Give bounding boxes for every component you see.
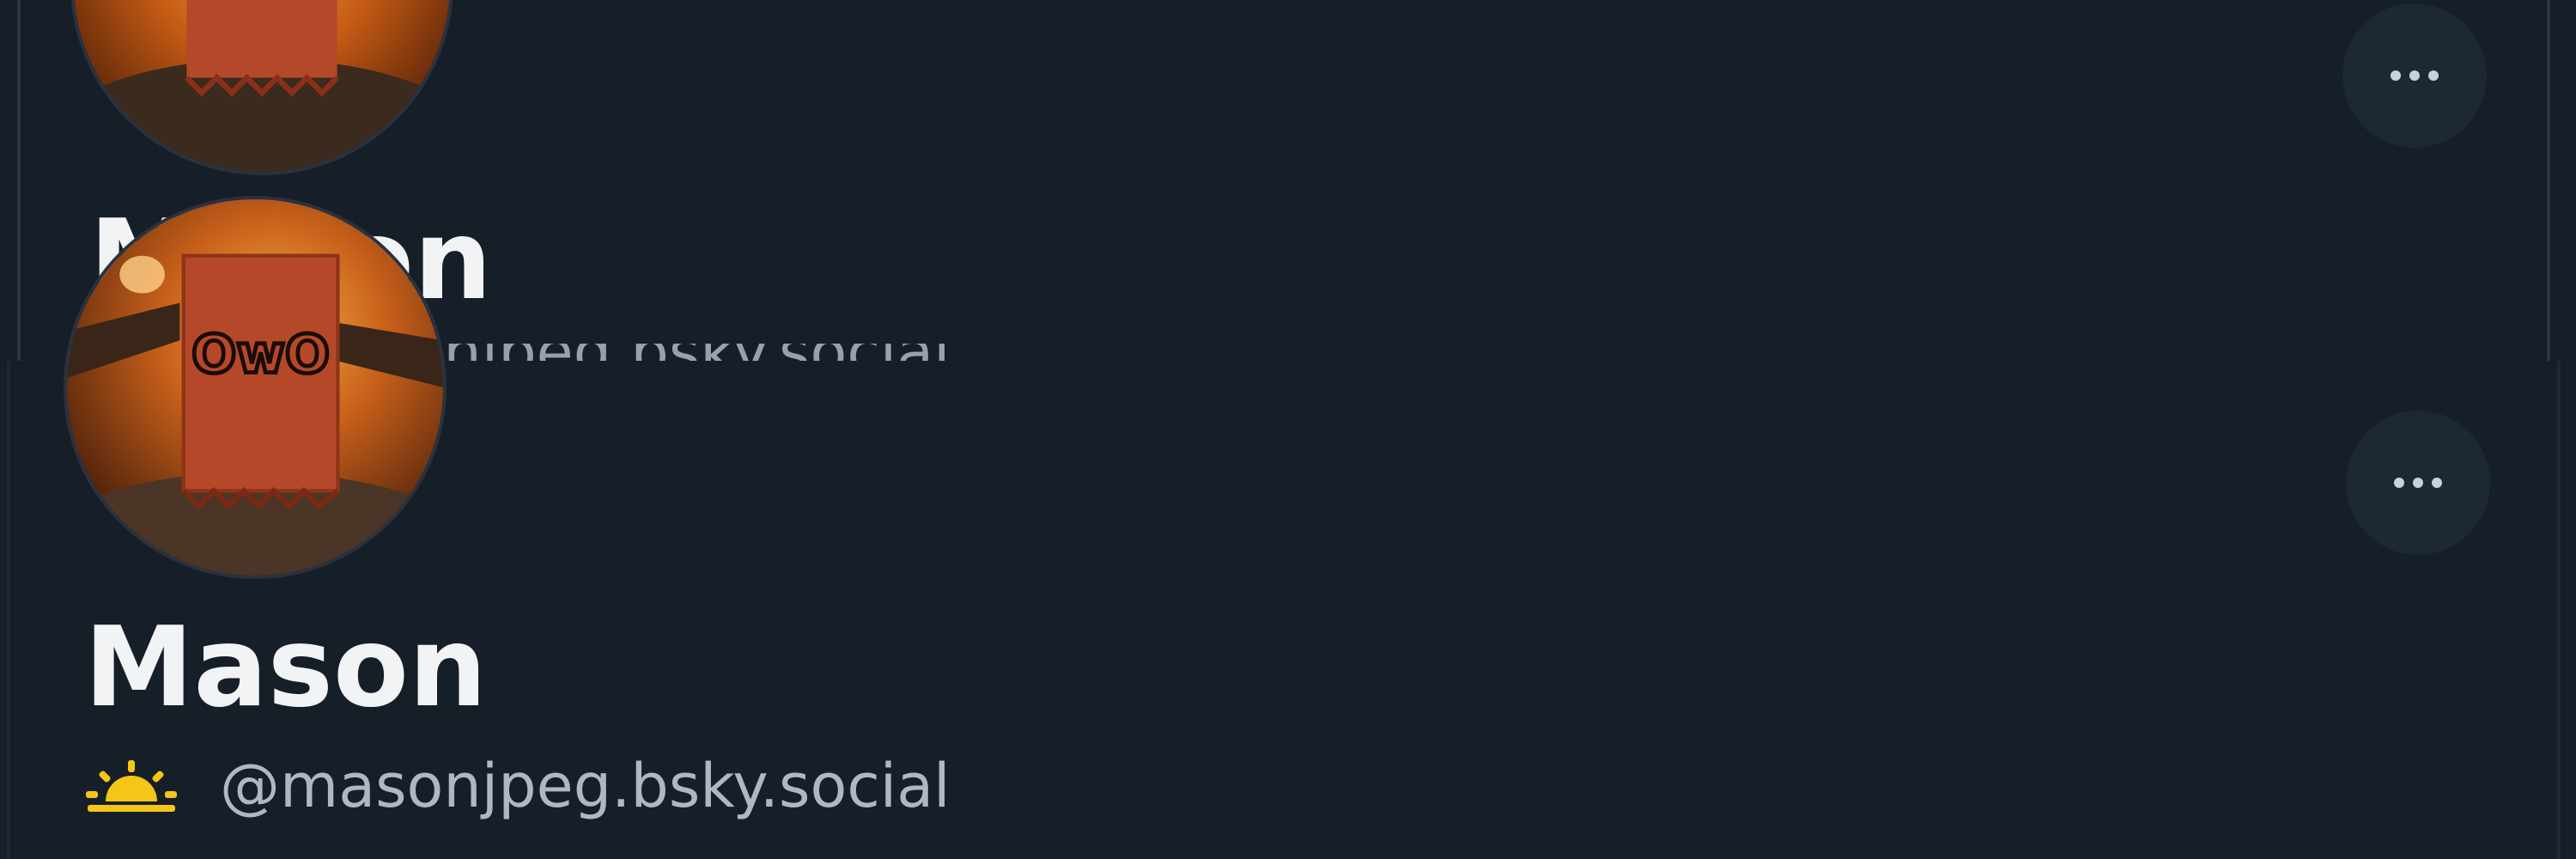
avatar-image: OwO (67, 199, 443, 576)
sunrise-icon (86, 760, 177, 812)
ellipsis-icon (2394, 478, 2442, 488)
ellipsis-icon (2391, 70, 2439, 81)
avatar-image (74, 0, 450, 172)
profile-header-stack: Mason @masonjpeg.bsky.social (0, 0, 2576, 859)
frame-left-edge (17, 0, 21, 361)
more-options-button[interactable] (2346, 411, 2490, 555)
user-handle[interactable]: @masonjpeg.bsky.social (220, 756, 951, 816)
more-options-button[interactable] (2342, 3, 2487, 148)
display-name: Mason (84, 604, 487, 732)
frame-right-edge (2547, 0, 2550, 361)
avatar-face-text: OwO (191, 324, 330, 385)
avatar[interactable] (70, 0, 453, 175)
avatar[interactable]: OwO (64, 196, 447, 579)
handle-row: @masonjpeg.bsky.social (84, 756, 951, 816)
